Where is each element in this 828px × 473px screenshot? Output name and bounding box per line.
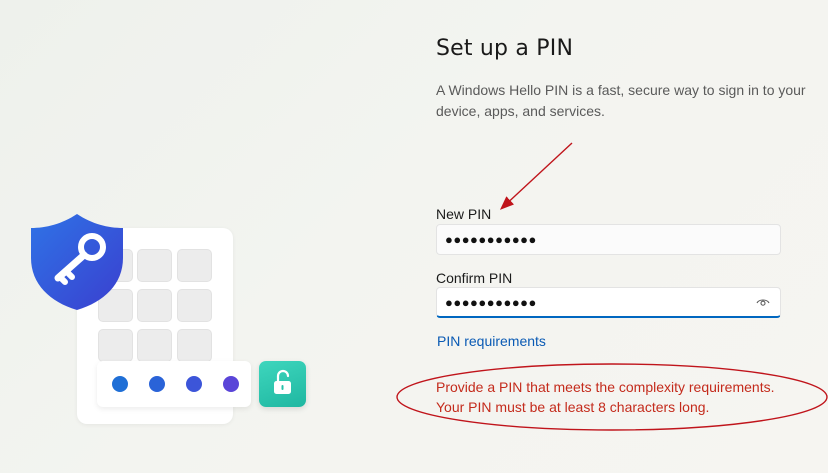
keypad-key bbox=[177, 249, 212, 282]
keypad-key bbox=[98, 329, 133, 362]
keypad-key bbox=[177, 329, 212, 362]
pin-dot bbox=[149, 376, 165, 392]
confirm-pin-label: Confirm PIN bbox=[436, 270, 513, 286]
unlock-icon bbox=[274, 369, 291, 394]
new-pin-label: New PIN bbox=[436, 206, 492, 222]
pin-dot bbox=[223, 376, 239, 392]
unlock-tile bbox=[259, 361, 306, 407]
error-message: Provide a PIN that meets the complexity … bbox=[436, 379, 775, 415]
keypad-key bbox=[177, 289, 212, 322]
keypad-key bbox=[137, 249, 172, 282]
eye-icon[interactable] bbox=[756, 297, 770, 307]
pin-requirements-link[interactable]: PIN requirements bbox=[437, 333, 546, 349]
page-title: Set up a PIN bbox=[436, 36, 574, 61]
keypad-key bbox=[137, 329, 172, 362]
page-description: A Windows Hello PIN is a fast, secure wa… bbox=[436, 82, 806, 119]
shield-icon bbox=[31, 214, 123, 310]
confirm-pin-value: ●●●●●●●●●●● bbox=[445, 294, 537, 310]
pin-dot bbox=[186, 376, 202, 392]
pin-dot bbox=[112, 376, 128, 392]
pin-dots-bar bbox=[97, 361, 251, 407]
pin-illustration bbox=[0, 0, 400, 473]
pin-setup-form: Set up a PIN A Windows Hello PIN is a fa… bbox=[436, 0, 828, 473]
new-pin-value: ●●●●●●●●●●● bbox=[445, 232, 537, 247]
new-pin-input[interactable]: ●●●●●●●●●●● bbox=[436, 224, 781, 255]
keypad-key bbox=[137, 289, 172, 322]
confirm-pin-input[interactable]: ●●●●●●●●●●● bbox=[436, 287, 781, 318]
